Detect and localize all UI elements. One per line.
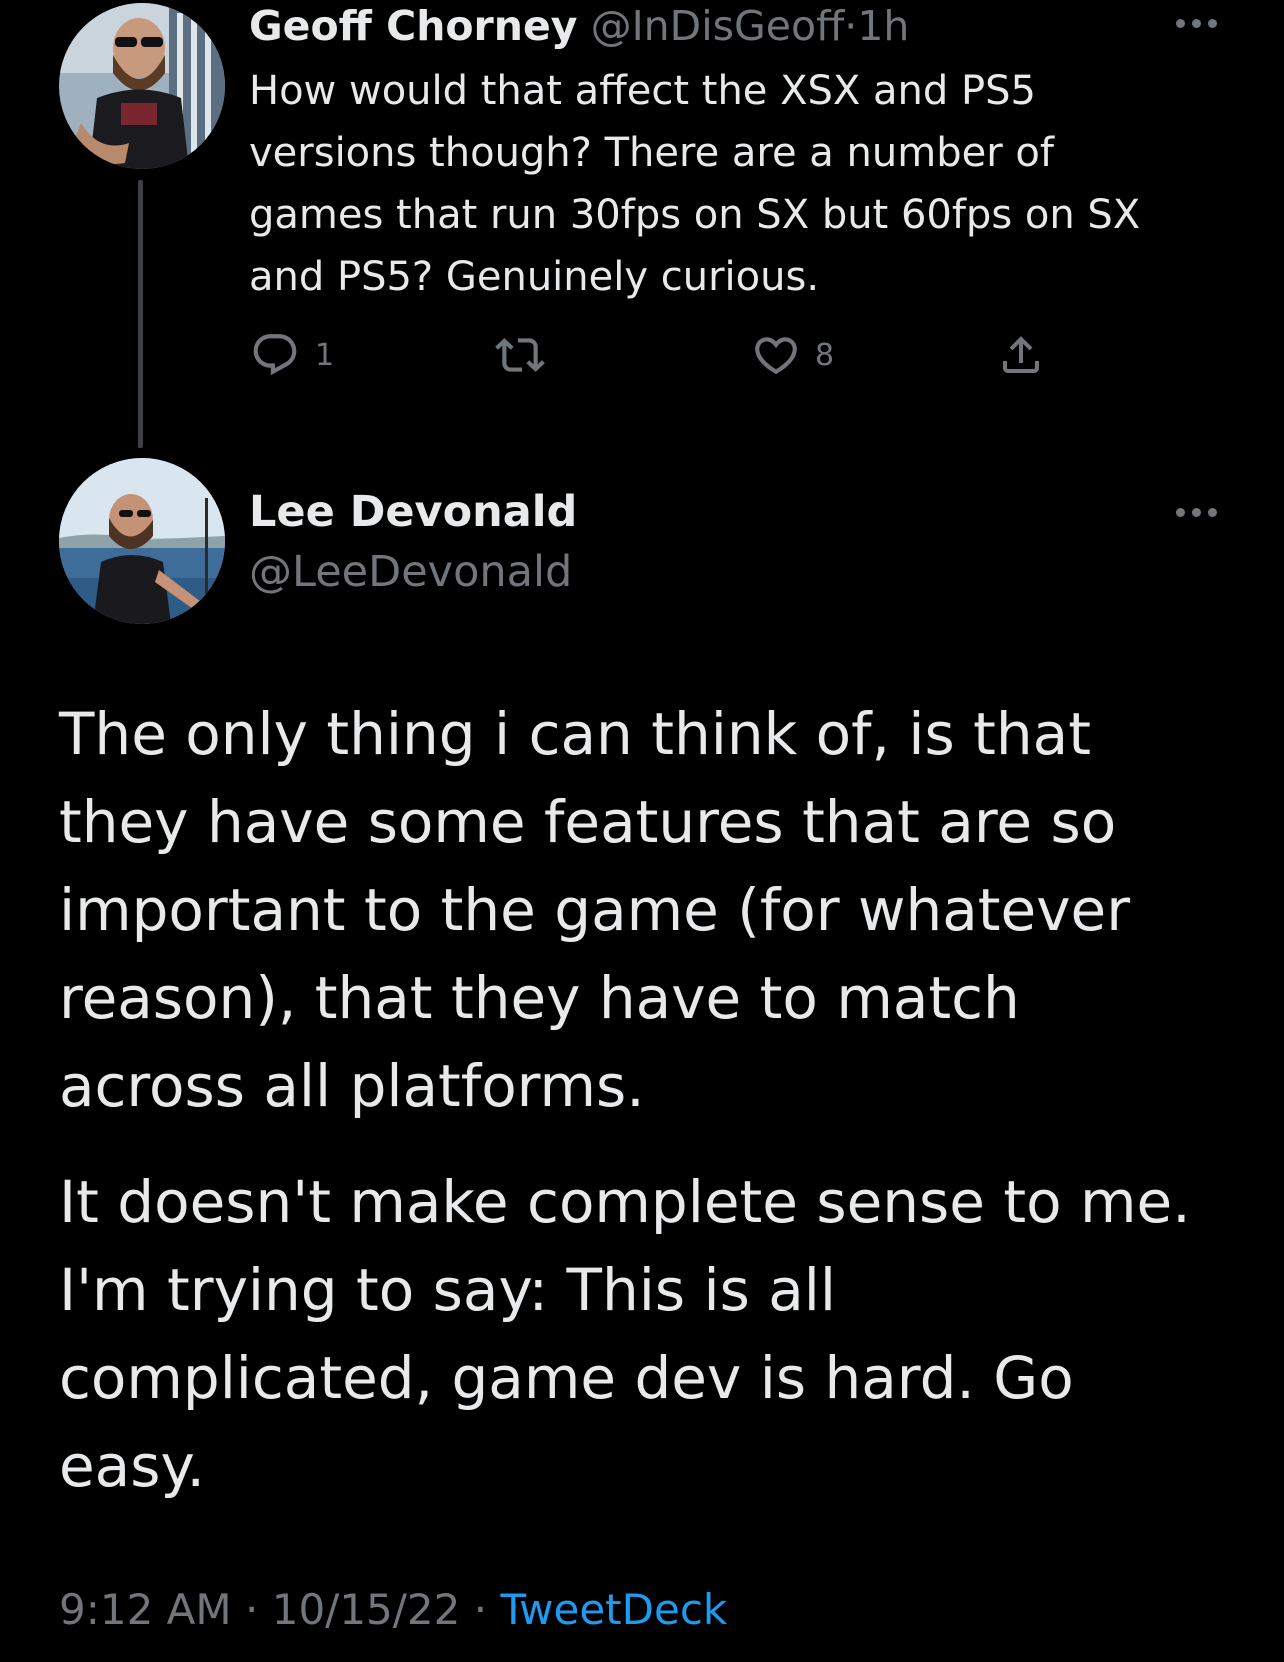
more-icon[interactable]: [1176, 505, 1220, 519]
share-icon: [1003, 336, 1039, 373]
tweet-date[interactable]: 10/15/22: [272, 1585, 461, 1634]
tweet-paragraph: It doesn't make complete sense to me. I'…: [59, 1168, 1191, 1500]
parent-tweet-text: How would that affect the XSX and PS5 ve…: [249, 68, 1141, 300]
tweet-source-link[interactable]: TweetDeck: [500, 1585, 727, 1634]
like-count: 8: [815, 337, 835, 373]
tweet-paragraph: The only thing i can think of, is that t…: [59, 700, 1131, 1120]
main-tweet-text: The only thing i can think of, is that t…: [59, 690, 1249, 1510]
reply-button[interactable]: 1: [249, 325, 334, 385]
reply-icon: [253, 334, 297, 376]
author-name[interactable]: Lee Devonald: [249, 486, 577, 538]
time-ago[interactable]: 1h: [857, 2, 909, 50]
tweet-time[interactable]: 9:12 AM: [59, 1585, 232, 1634]
avatar-image: [59, 458, 225, 624]
retweet-button[interactable]: [493, 325, 561, 385]
tweet-action-bar: 1 8: [249, 325, 1069, 385]
author-name[interactable]: Geoff Chorney: [249, 2, 578, 50]
like-button[interactable]: 8: [751, 325, 834, 385]
retweet-icon: [495, 338, 545, 372]
avatar-image: [59, 3, 225, 169]
avatar-lee[interactable]: [59, 458, 225, 624]
share-button[interactable]: [997, 325, 1045, 385]
author-handle[interactable]: @InDisGeoff: [591, 2, 845, 50]
avatar-geoff[interactable]: [59, 3, 225, 169]
author-handle[interactable]: @LeeDevonald: [249, 546, 572, 598]
separator-dot: ·: [473, 1585, 488, 1634]
like-icon: [755, 337, 797, 375]
separator-dot: ·: [844, 2, 858, 50]
thread-connector-line: [138, 180, 143, 448]
reply-count: 1: [315, 337, 335, 373]
parent-tweet-header: Geoff Chorney @InDisGeoff·1h: [249, 0, 909, 52]
separator-dot: ·: [245, 1585, 259, 1634]
tweet-metadata: 9:12 AM · 10/15/22 · TweetDeck: [59, 1580, 727, 1640]
more-icon[interactable]: [1176, 16, 1220, 30]
